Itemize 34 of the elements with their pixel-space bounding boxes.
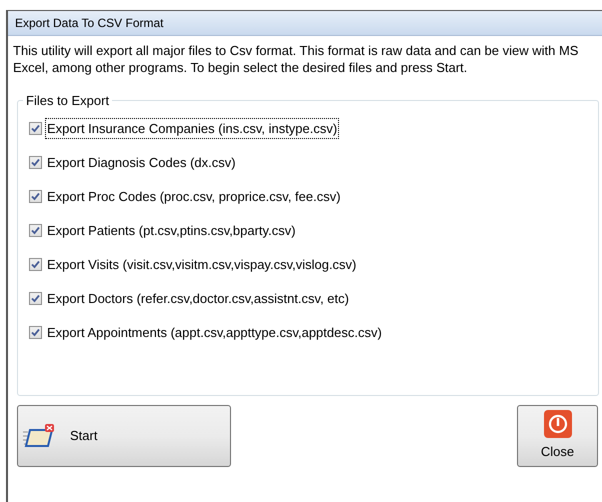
start-button[interactable]: Start <box>17 405 231 467</box>
window-title: Export Data To CSV Format <box>15 15 164 32</box>
checkbox[interactable] <box>29 224 42 237</box>
export-checkbox[interactable]: Export Patients (pt.csv,ptins.csv,bparty.csv) <box>29 222 598 239</box>
export-checkbox[interactable]: Export Visits (visit.csv,visitm.csv,vispay.csv,vislog.csv) <box>29 256 598 273</box>
check-icon <box>31 158 40 167</box>
check-icon <box>31 260 40 269</box>
checkbox-label: Export Visits (visit.csv,visitm.csv,vispay.csv,vislog.csv) <box>46 256 358 274</box>
export-checkbox[interactable]: Export Insurance Companies (ins.csv, instype.csv) <box>29 120 598 137</box>
check-icon <box>31 124 40 133</box>
check-icon <box>31 192 40 201</box>
folder-icon <box>22 424 56 448</box>
checkbox[interactable] <box>29 258 42 271</box>
export-checkbox[interactable]: Export Proc Codes (proc.csv, proprice.csv, fee.csv) <box>29 188 598 205</box>
power-icon <box>544 410 572 438</box>
checkbox-label: Export Patients (pt.csv,ptins.csv,bparty.csv) <box>46 222 297 240</box>
export-checkbox[interactable]: Export Diagnosis Codes (dx.csv) <box>29 154 598 171</box>
close-button[interactable]: Close <box>517 405 598 467</box>
check-icon <box>31 226 40 235</box>
checkbox[interactable] <box>29 326 42 339</box>
checkbox-label: Export Insurance Companies (ins.csv, instype.csv) <box>46 118 338 138</box>
checkbox-label: Export Appointments (appt.csv,appttype.csv,apptdesc.csv) <box>46 324 383 342</box>
export-checkbox[interactable]: Export Doctors (refer.csv,doctor.csv,assistnt.csv, etc) <box>29 290 598 307</box>
check-icon <box>31 328 40 337</box>
checkbox[interactable] <box>29 122 42 135</box>
export-checkbox[interactable]: Export Appointments (appt.csv,appttype.csv,apptdesc.csv) <box>29 324 598 341</box>
checkbox[interactable] <box>29 292 42 305</box>
checkbox-label: Export Proc Codes (proc.csv, proprice.csv, fee.csv) <box>46 188 342 206</box>
check-icon <box>31 294 40 303</box>
checkbox[interactable] <box>29 156 42 169</box>
checkbox-label: Export Doctors (refer.csv,doctor.csv,assistnt.csv, etc) <box>46 290 350 308</box>
checkbox-label: Export Diagnosis Codes (dx.csv) <box>46 154 237 172</box>
description-text: This utility will export all major files to Csv format. This format is raw data and can be view with MS Excel, among other programs. To begin select the desired files and press Start. <box>12 42 580 76</box>
checkbox[interactable] <box>29 190 42 203</box>
